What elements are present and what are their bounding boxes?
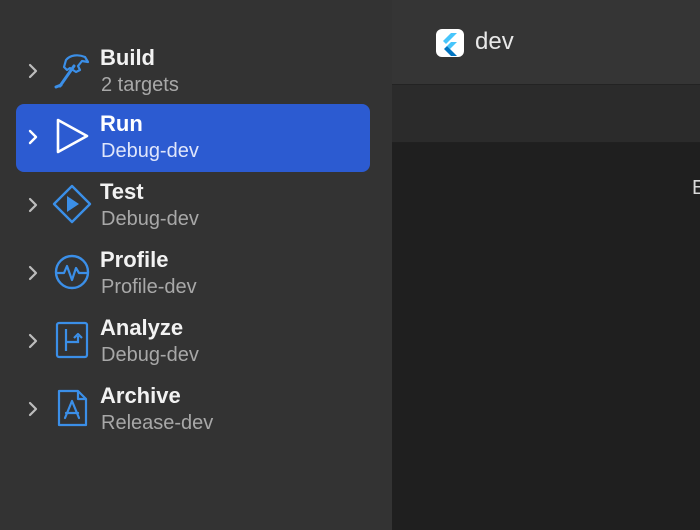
waveform-gauge-icon [54, 254, 90, 290]
action-row-build[interactable]: Build 2 targets [16, 38, 370, 106]
chevron-right-icon[interactable] [24, 400, 42, 418]
play-icon [56, 118, 89, 154]
action-row-test[interactable]: Test Debug-dev [16, 172, 370, 240]
action-detail: Debug-dev [101, 140, 199, 162]
scheme-title: dev [475, 28, 514, 55]
hammer-icon [54, 54, 90, 89]
chevron-right-icon[interactable] [24, 196, 42, 214]
chevron-right-icon[interactable] [24, 264, 42, 282]
analyze-branch-icon [55, 321, 89, 359]
action-row-analyze[interactable]: Analyze Debug-dev [16, 308, 370, 376]
tab-bar [392, 85, 700, 143]
chevron-right-icon[interactable] [24, 62, 42, 80]
action-row-archive[interactable]: Archive Release-dev [16, 376, 370, 444]
action-label: Profile [100, 247, 169, 272]
app-store-doc-icon [57, 389, 88, 427]
action-detail: 2 targets [101, 74, 179, 96]
flutter-icon [436, 29, 464, 57]
action-detail: Debug-dev [101, 344, 199, 366]
action-label: Test [100, 179, 144, 204]
action-label: Archive [100, 383, 181, 408]
detail-panel: E [392, 143, 700, 530]
action-row-profile[interactable]: Profile Profile-dev [16, 240, 370, 308]
chevron-right-icon[interactable] [24, 128, 42, 146]
action-label: Build [100, 45, 155, 70]
action-label: Analyze [100, 315, 184, 340]
scheme-header: dev [392, 0, 700, 85]
clipped-text: E [692, 177, 700, 199]
action-detail: Profile-dev [101, 276, 197, 298]
action-label: Run [100, 111, 143, 136]
chevron-right-icon[interactable] [24, 332, 42, 350]
action-row-run[interactable]: Run Debug-dev [16, 104, 370, 172]
action-detail: Debug-dev [101, 208, 199, 230]
action-detail: Release-dev [101, 412, 214, 434]
scheme-action-sidebar: Build 2 targets Run Debug-dev Test Debug… [0, 0, 392, 530]
test-diamond-icon [52, 184, 92, 224]
